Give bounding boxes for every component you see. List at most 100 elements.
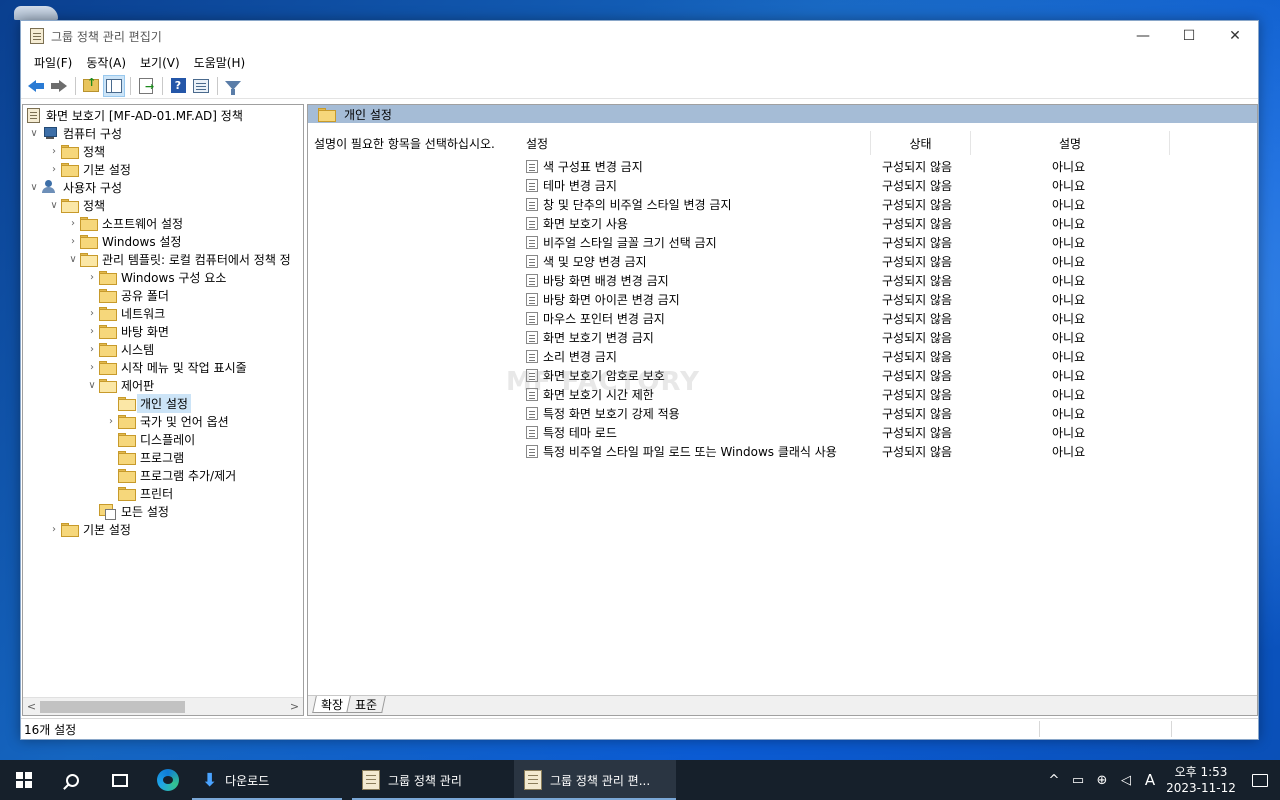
settings-row[interactable]: 화면 보호기 사용 구성되지 않음 아니요	[526, 214, 1257, 233]
settings-row[interactable]: 특정 비주얼 스타일 파일 로드 또는 Windows 클래식 사용 구성되지 않…	[526, 442, 1257, 461]
globe-network-icon[interactable]: ⊕	[1090, 773, 1114, 788]
collapse-arrow-icon[interactable]: ∨	[66, 254, 80, 265]
desktop-shortcut-icon[interactable]	[14, 6, 58, 20]
forward-button[interactable]	[48, 75, 70, 97]
expand-arrow-icon[interactable]: ›	[85, 272, 99, 283]
notification-center-button[interactable]	[1240, 773, 1280, 787]
expand-arrow-icon[interactable]: ›	[104, 416, 118, 427]
expand-arrow-icon[interactable]: ›	[47, 146, 61, 157]
back-button[interactable]	[25, 75, 47, 97]
expand-arrow-icon[interactable]: ›	[66, 236, 80, 247]
tree-node-computer-prefs[interactable]: › 기본 설정	[47, 160, 131, 178]
settings-row[interactable]: 비주얼 스타일 글꼴 크기 선택 금지 구성되지 않음 아니요	[526, 233, 1257, 252]
tree-node-regional[interactable]: › 국가 및 언어 옵션	[104, 412, 229, 430]
expand-arrow-icon[interactable]: ›	[85, 326, 99, 337]
maximize-button[interactable]: ☐	[1166, 21, 1212, 51]
scroll-left-icon[interactable]: <	[23, 700, 40, 713]
up-one-level-button[interactable]	[80, 75, 102, 97]
expand-arrow-icon[interactable]: ›	[85, 362, 99, 373]
settings-row[interactable]: 색 구성표 변경 금지 구성되지 않음 아니요	[526, 157, 1257, 176]
taskbar-app-gpo-editor[interactable]: 그룹 정책 관리 편...	[514, 760, 676, 800]
expand-arrow-icon[interactable]: ›	[47, 164, 61, 175]
show-hidden-icons-chevron[interactable]: ^	[1042, 773, 1066, 788]
tree-node-display[interactable]: 디스플레이	[118, 430, 195, 448]
expand-arrow-icon[interactable]: ›	[66, 218, 80, 229]
toolbar-separator	[75, 76, 76, 95]
windows-logo-icon	[16, 772, 32, 788]
expand-arrow-icon[interactable]: ›	[85, 344, 99, 355]
settings-row[interactable]: 마우스 포인터 변경 금지 구성되지 않음 아니요	[526, 309, 1257, 328]
tree-node-windows-settings[interactable]: › Windows 설정	[66, 232, 181, 250]
settings-row[interactable]: 색 및 모양 변경 금지 구성되지 않음 아니요	[526, 252, 1257, 271]
properties-button[interactable]	[190, 75, 212, 97]
tree-node-windows-components[interactable]: › Windows 구성 요소	[85, 268, 226, 286]
menu-help[interactable]: 도움말(H)	[187, 54, 253, 71]
details-header-title: 개인 설정	[344, 107, 392, 122]
menu-action[interactable]: 동작(A)	[79, 54, 133, 71]
clock[interactable]: 오후 1:53 2023-11-12	[1162, 764, 1240, 796]
scroll-track[interactable]	[40, 700, 286, 714]
tree-node-network[interactable]: › 네트워크	[85, 304, 165, 322]
edge-button[interactable]	[144, 760, 192, 800]
export-list-button[interactable]	[135, 75, 157, 97]
scroll-thumb[interactable]	[40, 700, 185, 713]
settings-row[interactable]: 창 및 단추의 비주얼 스타일 변경 금지 구성되지 않음 아니요	[526, 195, 1257, 214]
title-bar[interactable]: 그룹 정책 관리 편집기 — ☐ ✕	[21, 21, 1258, 51]
network-adapter-icon[interactable]: ▭	[1066, 773, 1090, 788]
tree-node-programs[interactable]: 프로그램	[118, 448, 184, 466]
tree-node-software[interactable]: › 소프트웨어 설정	[66, 214, 183, 232]
tree-node-start-menu[interactable]: › 시작 메뉴 및 작업 표시줄	[85, 358, 247, 376]
speaker-muted-icon[interactable]: ◁	[1114, 773, 1138, 788]
expand-arrow-icon[interactable]: ›	[85, 308, 99, 319]
scroll-right-icon[interactable]: >	[286, 700, 303, 713]
settings-row[interactable]: 특정 테마 로드 구성되지 않음 아니요	[526, 423, 1257, 442]
menu-file[interactable]: 파일(F)	[27, 54, 79, 71]
tree-node-personalization[interactable]: 개인 설정	[118, 393, 191, 413]
tab-standard[interactable]: 표준	[346, 696, 386, 713]
collapse-arrow-icon[interactable]: ∨	[85, 380, 99, 391]
taskbar-app-downloads[interactable]: ⬇ 다운로드	[192, 760, 342, 800]
tree-node-system[interactable]: › 시스템	[85, 340, 154, 358]
filter-button[interactable]	[222, 75, 244, 97]
tree-node-root[interactable]: 화면 보호기 [MF-AD-01.MF.AD] 정책	[27, 106, 243, 124]
menu-view[interactable]: 보기(V)	[133, 54, 187, 71]
settings-row[interactable]: 화면 보호기 변경 금지 구성되지 않음 아니요	[526, 328, 1257, 347]
tree-node-user-policy[interactable]: ∨ 정책	[47, 196, 105, 214]
task-view-button[interactable]	[96, 760, 144, 800]
tree-node-desktop[interactable]: › 바탕 화면	[85, 322, 169, 340]
column-header-setting[interactable]: 설정	[526, 131, 870, 155]
collapse-arrow-icon[interactable]: ∨	[27, 128, 41, 139]
close-button[interactable]: ✕	[1212, 21, 1258, 51]
tree-horizontal-scrollbar[interactable]: < >	[23, 697, 303, 715]
ime-indicator[interactable]: A	[1138, 771, 1162, 789]
tree-node-computer-config[interactable]: ∨ 컴퓨터 구성	[27, 124, 122, 142]
settings-row[interactable]: 특정 화면 보호기 강제 적용 구성되지 않음 아니요	[526, 404, 1257, 423]
column-header-comment[interactable]: 설명	[970, 131, 1170, 155]
expand-arrow-icon[interactable]: ›	[47, 524, 61, 535]
settings-row[interactable]: 바탕 화면 배경 변경 금지 구성되지 않음 아니요	[526, 271, 1257, 290]
show-hide-tree-button[interactable]	[103, 74, 125, 97]
window-title: 그룹 정책 관리 편집기	[51, 29, 162, 44]
settings-row[interactable]: 테마 변경 금지 구성되지 않음 아니요	[526, 176, 1257, 195]
tree-node-computer-policy[interactable]: › 정책	[47, 142, 105, 160]
column-header-state[interactable]: 상태	[870, 131, 970, 155]
settings-row[interactable]: 소리 변경 금지 구성되지 않음 아니요	[526, 347, 1257, 366]
minimize-button[interactable]: —	[1120, 21, 1166, 51]
tree-node-control-panel[interactable]: ∨ 제어판	[85, 376, 154, 394]
tree-node-shared-folders[interactable]: 공유 폴더	[99, 286, 169, 304]
tree-node-user-prefs[interactable]: › 기본 설정	[47, 520, 131, 538]
tree-node-add-remove[interactable]: 프로그램 추가/제거	[118, 466, 236, 484]
start-button[interactable]	[0, 760, 48, 800]
tree-node-user-config[interactable]: ∨ 사용자 구성	[27, 178, 122, 196]
tree-node-printers[interactable]: 프린터	[118, 484, 173, 502]
taskbar-app-gpmc[interactable]: 그룹 정책 관리	[352, 760, 514, 800]
tree-node-admin-templates[interactable]: ∨ 관리 템플릿: 로컬 컴퓨터에서 정책 정	[66, 250, 291, 268]
settings-row[interactable]: 바탕 화면 아이콘 변경 금지 구성되지 않음 아니요	[526, 290, 1257, 309]
collapse-arrow-icon[interactable]: ∨	[47, 200, 61, 211]
search-button[interactable]	[48, 760, 96, 800]
tree-node-all-settings[interactable]: 모든 설정	[99, 502, 169, 520]
navigation-tree[interactable]: 화면 보호기 [MF-AD-01.MF.AD] 정책 ∨ 컴퓨터 구성 › 정책…	[22, 104, 304, 716]
collapse-arrow-icon[interactable]: ∨	[27, 182, 41, 193]
settings-list[interactable]: 설정 상태 설명 색 구성표 변경 금지 구성되지 않음 아니요 테마 변경 금지 구성…	[510, 123, 1257, 695]
help-button[interactable]: ?	[167, 75, 189, 97]
